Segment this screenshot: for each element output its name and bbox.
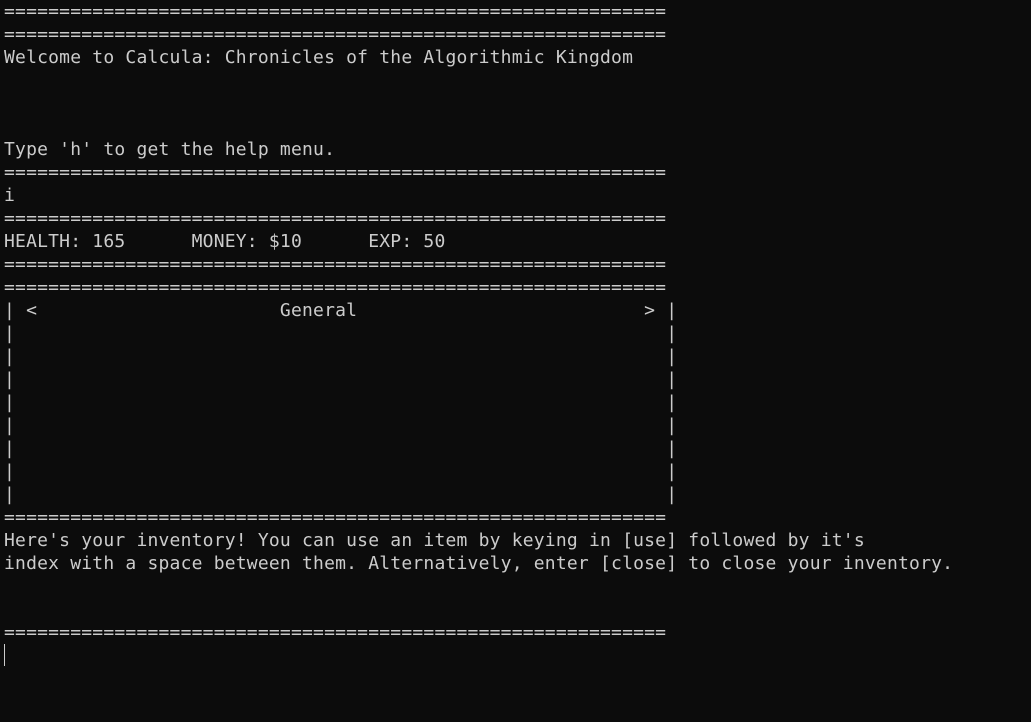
player-stats: HEALTH: 165 MONEY: $10 EXP: 50 bbox=[4, 231, 446, 252]
user-command-echo: i bbox=[4, 185, 16, 206]
inventory-empty-row: | | bbox=[4, 346, 678, 367]
divider-line: ========================================… bbox=[4, 507, 667, 528]
divider-line: ========================================… bbox=[4, 622, 667, 643]
inventory-empty-row: | | bbox=[4, 392, 678, 413]
divider-line: ========================================… bbox=[4, 1, 667, 22]
inventory-empty-row: | | bbox=[4, 323, 678, 344]
divider-line: ========================================… bbox=[4, 208, 667, 229]
inventory-instructions-line: index with a space between them. Alterna… bbox=[4, 553, 954, 574]
inventory-tab-header: | < General > | bbox=[4, 300, 678, 321]
divider-line: ========================================… bbox=[4, 24, 667, 45]
divider-line: ========================================… bbox=[4, 162, 667, 183]
inventory-empty-row: | | bbox=[4, 369, 678, 390]
inventory-instructions-line: Here's your inventory! You can use an it… bbox=[4, 530, 865, 551]
inventory-empty-row: | | bbox=[4, 438, 678, 459]
help-hint-text: Type 'h' to get the help menu. bbox=[4, 139, 336, 160]
divider-line: ========================================… bbox=[4, 277, 667, 298]
inventory-empty-row: | | bbox=[4, 415, 678, 436]
inventory-empty-row: | | bbox=[4, 461, 678, 482]
terminal-window[interactable]: ========================================… bbox=[0, 0, 1031, 722]
input-prompt-line[interactable] bbox=[4, 644, 1027, 667]
welcome-text: Welcome to Calcula: Chronicles of the Al… bbox=[4, 47, 634, 68]
text-cursor bbox=[4, 644, 5, 666]
inventory-empty-row: | | bbox=[4, 484, 678, 505]
divider-line: ========================================… bbox=[4, 254, 667, 275]
